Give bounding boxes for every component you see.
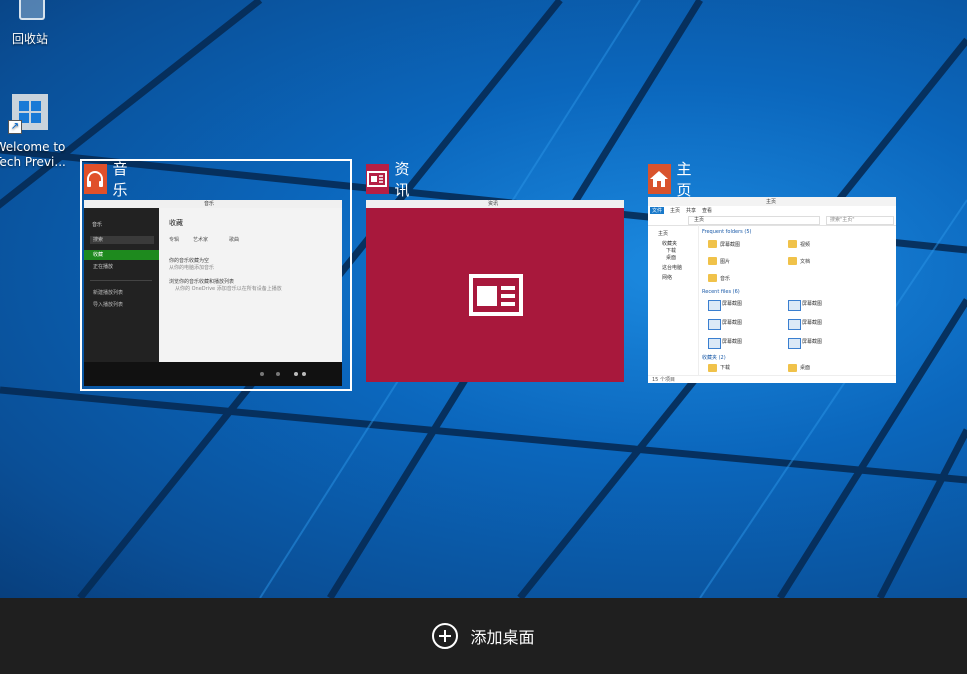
thumb-folder: 桌面 xyxy=(800,365,811,371)
desktop-icon-recycle-bin[interactable]: 回收站 xyxy=(0,0,66,47)
thumb-section-header: Frequent folders (5) xyxy=(702,229,752,235)
window-thumbnail-news[interactable]: 资讯 xyxy=(366,200,624,382)
thumb-player-bar xyxy=(84,362,342,386)
thumb-nav-item: 主页 xyxy=(658,231,669,237)
desktop-icon-welcome[interactable]: ↗ Welcome to Tech Previ... xyxy=(0,94,66,170)
thumb-search: 搜索 xyxy=(93,237,104,243)
thumb-section-header: 收藏夹 (2) xyxy=(702,355,726,361)
thumb-address: 主页 xyxy=(694,217,705,223)
thumb-notice-sub: 从你的电脑添加音乐 xyxy=(169,265,215,271)
window-thumbnail-music[interactable]: 音乐 音乐 搜索 收藏 正在播放 新建播放列表 导入播放列表 收藏 专辑 艺术家… xyxy=(84,200,342,386)
thumb-status: 15 个项目 xyxy=(652,377,675,383)
thumb-search: 搜索"主页" xyxy=(830,217,855,223)
window-title: 音乐 xyxy=(112,160,128,199)
thumb-ribbon-tab: 查看 xyxy=(702,208,713,214)
window-title: 资讯 xyxy=(394,160,410,199)
thumb-filter: 专辑 xyxy=(169,237,180,243)
thumb-file: 屏幕截图 xyxy=(722,301,743,307)
thumb-folder: 图片 xyxy=(720,259,731,265)
thumb-nav-item: 收藏 xyxy=(93,252,104,258)
thumb-heading: 收藏 xyxy=(169,219,183,227)
recycle-bin-icon xyxy=(6,0,54,32)
thumb-filter: 艺术家 xyxy=(193,237,209,243)
thumb-file: 屏幕截图 xyxy=(802,301,823,307)
thumb-file: 屏幕截图 xyxy=(722,339,743,345)
task-view-bottom-bar: 添加桌面 xyxy=(0,598,967,674)
thumb-title: 音乐 xyxy=(204,201,215,207)
thumb-nav-item: 收藏夹 xyxy=(662,241,678,247)
home-icon xyxy=(648,164,671,194)
thumb-folder: 视频 xyxy=(800,242,811,248)
thumb-file: 屏幕截图 xyxy=(802,339,823,345)
headphones-icon xyxy=(84,164,107,194)
window-thumbnail-explorer[interactable]: 主页 文件 主页 共享 查看 主页 搜索"主页" 主页 收藏夹 下载 桌面 这台… xyxy=(648,197,896,383)
thumb-playlist-item: 新建播放列表 xyxy=(93,290,124,296)
news-splash-icon xyxy=(469,274,523,320)
thumb-title: 主页 xyxy=(766,199,777,205)
news-icon xyxy=(366,164,389,194)
window-title: 主页 xyxy=(676,160,692,199)
thumb-ribbon-tab: 文件 xyxy=(652,208,663,214)
desktop-icon-label-line1: Welcome to xyxy=(0,140,66,154)
thumb-folder: 文档 xyxy=(800,259,811,265)
thumb-notice: 你的音乐收藏为空 xyxy=(169,258,210,264)
desktop: 回收站 ↗ Welcome to Tech Previ... 音乐 音乐 音乐 … xyxy=(0,0,967,598)
thumb-folder: 屏幕截图 xyxy=(720,242,741,248)
desktop-icon-label-line2: Tech Previ... xyxy=(0,155,66,169)
add-desktop-button[interactable]: 添加桌面 xyxy=(432,623,535,649)
plus-circle-icon xyxy=(432,623,459,649)
thumb-folder: 音乐 xyxy=(720,276,731,282)
thumb-ribbon-tab: 主页 xyxy=(670,208,681,214)
thumb-notice: 浏览你的音乐收藏和播放列表 xyxy=(169,279,235,285)
thumb-nav-item: 正在播放 xyxy=(93,264,114,270)
windows-logo-icon: ↗ xyxy=(6,94,54,140)
thumb-filter: 歌曲 xyxy=(229,237,240,243)
thumb-section-header: Recent files (6) xyxy=(702,289,740,295)
thumb-notice-sub: 从你的 OneDrive 添加音乐以在所有设备上播放 xyxy=(175,286,282,292)
thumb-file: 屏幕截图 xyxy=(722,320,743,326)
add-desktop-label: 添加桌面 xyxy=(470,628,535,647)
thumb-nav-item: 这台电脑 xyxy=(662,265,683,271)
thumb-folder: 下载 xyxy=(720,365,731,371)
thumb-sidebar-header: 音乐 xyxy=(92,222,103,228)
thumb-nav-item: 下载 xyxy=(666,248,677,254)
desktop-icon-label: 回收站 xyxy=(11,32,48,46)
thumb-nav-item: 桌面 xyxy=(666,255,677,261)
thumb-title: 资讯 xyxy=(488,201,499,207)
thumb-playlist-item: 导入播放列表 xyxy=(93,302,124,308)
thumb-file: 屏幕截图 xyxy=(802,320,823,326)
shortcut-arrow-icon: ↗ xyxy=(8,120,22,134)
thumb-nav-item: 网络 xyxy=(662,275,673,281)
thumb-ribbon-tab: 共享 xyxy=(686,208,697,214)
